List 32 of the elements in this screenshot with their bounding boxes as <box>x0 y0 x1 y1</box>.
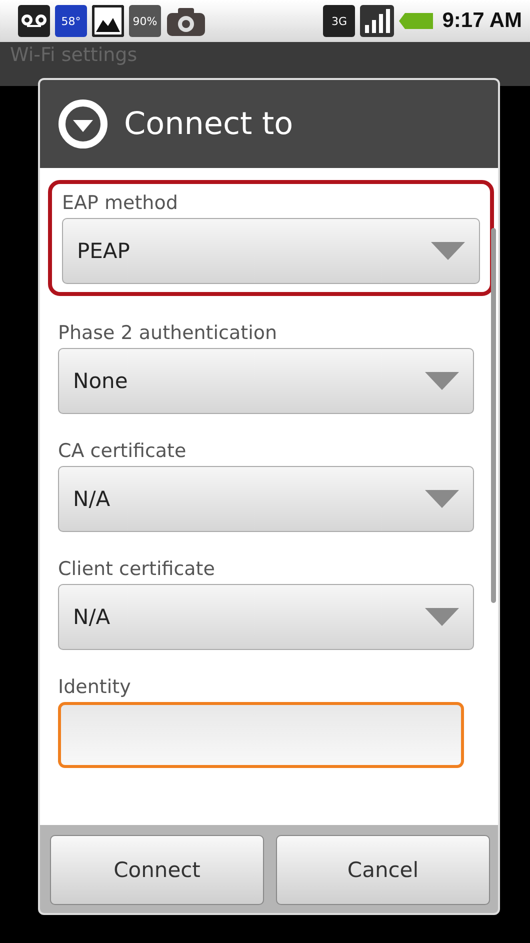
dropdown-circle-icon <box>58 99 108 149</box>
dropdown-arrow-icon <box>425 608 459 626</box>
dialog-title: Connect to <box>124 106 294 142</box>
weather-badge: 58° <box>55 5 87 37</box>
input-field[interactable] <box>58 702 464 768</box>
dropdown-arrow-icon <box>425 490 459 508</box>
dropdown[interactable]: None <box>58 348 474 414</box>
field-label: CA certificate <box>58 440 188 462</box>
network-type-badge: 3G <box>323 5 356 37</box>
dropdown-value: None <box>73 369 128 393</box>
field-label: EAP method <box>62 192 179 214</box>
battery-percent-badge: 90% <box>129 5 161 37</box>
dropdown-arrow-icon <box>425 372 459 390</box>
field-label: Phase 2 authentication <box>58 322 278 344</box>
battery-icon <box>399 10 434 32</box>
field-label: Identity <box>58 676 132 698</box>
voicemail-icon <box>18 5 50 37</box>
camera-icon <box>166 5 206 37</box>
dropdown-value: N/A <box>73 487 110 511</box>
signal-icon <box>360 5 394 37</box>
dropdown[interactable]: N/A <box>58 466 474 532</box>
dropdown-value: PEAP <box>77 239 130 263</box>
dropdown-value: N/A <box>73 605 110 629</box>
dropdown-arrow-icon <box>431 242 465 260</box>
image-icon <box>92 5 124 37</box>
dropdown[interactable]: PEAP <box>62 218 480 284</box>
dialog-button[interactable]: Cancel <box>276 835 490 905</box>
dialog-button[interactable]: Connect <box>50 835 264 905</box>
dropdown[interactable]: N/A <box>58 584 474 650</box>
field-label: Client certificate <box>58 558 216 580</box>
status-time: 9:17 AM <box>442 9 522 33</box>
scrollbar[interactable] <box>491 228 496 603</box>
